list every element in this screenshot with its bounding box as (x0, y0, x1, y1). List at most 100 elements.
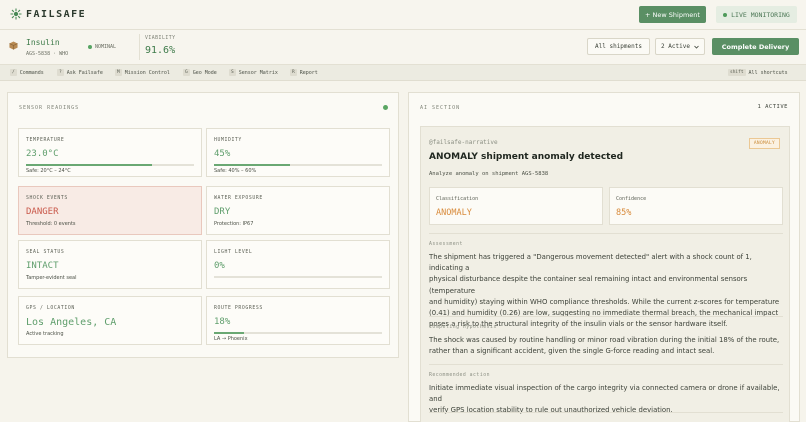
gps-location-card[interactable]: GPS / LOCATION Los Angeles, CA Active tr… (18, 296, 202, 345)
temperature-value: 23.0°C (26, 149, 59, 159)
shortcut-key: shift (728, 69, 746, 76)
assessment-label: Assessment (429, 242, 463, 247)
status-badge: NOMINAL (88, 44, 116, 50)
shield-logo-icon (10, 8, 22, 20)
card-label: SEAL STATUS (26, 250, 65, 255)
gps-value: Los Angeles, CA (26, 317, 117, 328)
narrative-source: @failsafe-narrative (429, 139, 498, 146)
shortcut-mission-control[interactable]: M Mission Control (115, 69, 170, 76)
sensor-readings-panel: SENSOR READINGS TEMPERATURE 23.0°C Safe:… (7, 92, 399, 358)
confidence-label: Confidence (616, 196, 647, 202)
shortcut-label: Mission Control (124, 69, 170, 76)
divider (429, 316, 783, 317)
shortcut-key: ? (57, 69, 64, 76)
card-label: ROUTE PROGRESS (214, 306, 263, 311)
text-line: The shock was caused by routine handling… (429, 336, 780, 344)
card-label: SHOCK EVENTS (26, 196, 68, 201)
card-sub: Threshold: 0 events (26, 221, 76, 227)
viability-label: VIABILITY (145, 36, 176, 41)
recommended-label: Recommended action (429, 373, 490, 378)
live-indicator-icon (383, 105, 388, 110)
narrative-description: Analyze anomaly on shipment AGS-5838 (429, 171, 549, 177)
card-label: TEMPERATURE (26, 138, 65, 143)
shortcut-ask-failsafe[interactable]: ? Ask Failsafe (57, 69, 103, 76)
competing-text: The shock was caused by routine handling… (429, 335, 785, 357)
light-level-card[interactable]: LIGHT LEVEL 0% (206, 240, 390, 289)
shortcut-bar: / Commands ? Ask Failsafe M Mission Cont… (0, 65, 806, 81)
active-shipments-select[interactable]: 2 Active (655, 38, 705, 55)
shortcut-all[interactable]: shift All shortcuts (728, 69, 788, 76)
divider (429, 364, 783, 365)
text-line: and humidity) staying within WHO complia… (429, 297, 780, 306)
route-bar-fill (214, 332, 245, 334)
humidity-card[interactable]: HUMIDITY 45% Safe: 40% – 60% (206, 128, 390, 177)
assessment-text: The shipment has triggered a "Dangerous … (429, 252, 785, 330)
temperature-bar (26, 164, 194, 166)
shortcut-commands[interactable]: / Commands (10, 69, 44, 76)
shortcut-label: Commands (19, 69, 44, 76)
shortcut-key: G (183, 69, 190, 76)
complete-delivery-button[interactable]: Complete Delivery (712, 38, 799, 55)
status-label: NOMINAL (95, 44, 117, 50)
text-line: verify GPS location stability to rule ou… (429, 406, 673, 415)
divider (139, 34, 140, 60)
divider (429, 233, 783, 234)
anomaly-badge: ANOMALY (748, 138, 780, 149)
classification-value: ANOMALY (436, 208, 472, 218)
new-shipment-button[interactable]: + New Shipment (639, 6, 706, 23)
shortcut-label: Ask Failsafe (66, 69, 103, 76)
card-sub: Protection: IP67 (214, 221, 254, 227)
all-shipments-button[interactable]: All shipments (587, 38, 650, 55)
text-line: physical disturbance despite the contain… (429, 275, 748, 295)
status-dot-icon (88, 45, 92, 49)
seal-status-card[interactable]: SEAL STATUS INTACT Tamper-evident seal (18, 240, 202, 289)
temperature-bar-fill (26, 164, 152, 166)
card-label: WATER EXPOSURE (214, 196, 263, 201)
shortcut-sensor-matrix[interactable]: S Sensor Matrix (229, 69, 278, 76)
card-sub: Safe: 40% – 60% (214, 168, 257, 174)
shock-value: DANGER (26, 207, 59, 217)
live-dot-icon (723, 12, 728, 17)
package-icon (9, 41, 18, 50)
water-exposure-card[interactable]: WATER EXPOSURE DRY Protection: IP67 (206, 186, 390, 235)
logo: FAILSAFE (10, 8, 86, 20)
classification-card: Classification ANOMALY (429, 187, 603, 225)
temperature-card[interactable]: TEMPERATURE 23.0°C Safe: 20°C – 24°C (18, 128, 202, 177)
shipment-name[interactable]: Insulin (26, 38, 60, 47)
shortcut-label: Geo Mode (192, 69, 217, 76)
ai-section-panel: AI SECTION 1 ACTIVE @failsafe-narrative … (408, 92, 800, 422)
confidence-value: 85% (616, 208, 632, 218)
humidity-bar-fill (214, 164, 290, 166)
classification-label: Classification (436, 196, 479, 202)
divider (429, 412, 783, 413)
seal-value: INTACT (26, 261, 59, 271)
text-line: (0.41) and humidity (0.26) are low, sugg… (429, 309, 779, 318)
shortcut-report[interactable]: R Report (290, 69, 318, 76)
shortcut-key: / (10, 69, 17, 76)
water-value: DRY (214, 207, 231, 217)
shock-events-card[interactable]: SHOCK EVENTS DANGER Threshold: 0 events (18, 186, 202, 235)
active-count-label: 2 Active (661, 43, 690, 50)
app-name: FAILSAFE (26, 8, 87, 20)
card-sub: Tamper-evident seal (26, 275, 77, 281)
shipment-id: AGS-5838 · WHO (26, 51, 69, 57)
route-progress-card[interactable]: ROUTE PROGRESS 18% LA → Phoenix (206, 296, 390, 345)
chevron-down-icon (694, 45, 699, 49)
top-bar: FAILSAFE + New Shipment LIVE MONITORING (0, 0, 806, 30)
humidity-bar (214, 164, 382, 166)
light-value: 0% (214, 261, 225, 271)
live-monitoring-label: LIVE MONITORING (731, 10, 790, 19)
shortcut-label: Sensor Matrix (238, 69, 278, 76)
card-sub: LA → Phoenix (214, 336, 248, 342)
narrative-card[interactable]: @failsafe-narrative ANOMALY ANOMALY ship… (420, 126, 790, 422)
shortcut-key: M (115, 69, 122, 76)
card-label: LIGHT LEVEL (214, 250, 253, 255)
card-label: GPS / LOCATION (26, 306, 75, 311)
live-monitoring-button[interactable]: LIVE MONITORING (716, 6, 797, 23)
competing-label: Competing hypothesis (429, 325, 497, 330)
shortcut-key: R (290, 69, 297, 76)
confidence-card: Confidence 85% (609, 187, 783, 225)
shortcut-geo-mode[interactable]: G Geo Mode (183, 69, 217, 76)
panel-title: SENSOR READINGS (19, 105, 80, 111)
text-line: The shipment has triggered a "Dangerous … (429, 253, 752, 273)
